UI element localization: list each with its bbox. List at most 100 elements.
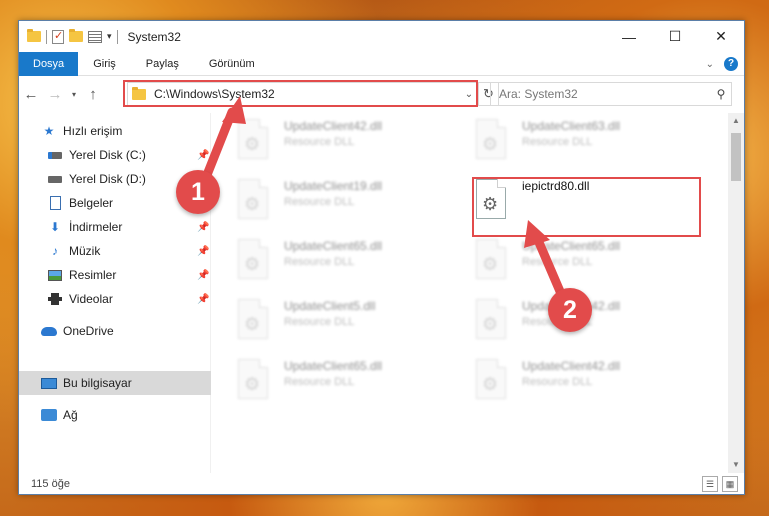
scroll-up-icon[interactable]: ▲ <box>728 113 744 129</box>
dll-file-icon: ⚙ <box>238 179 272 221</box>
divider <box>116 29 118 44</box>
ribbon-tabs: Dosya Giriş Paylaş Görünüm ⌄ ? <box>19 51 744 76</box>
file-item[interactable]: ⚙ UpdateClient65.dll Resource DLL <box>476 239 696 289</box>
expand-ribbon-icon[interactable]: ⌄ <box>706 59 714 70</box>
sidebar-item-local-disk-d[interactable]: Yerel Disk (D:) <box>47 167 146 191</box>
recent-locations-dropdown-icon[interactable]: ▾ <box>67 90 81 99</box>
file-list: ⚙ UpdateClient42.dll Resource DLL ⚙ Updat… <box>212 113 726 473</box>
new-folder-icon[interactable] <box>69 29 83 42</box>
ribbon-right: ⌄ ? <box>706 52 738 76</box>
file-name: UpdateClient65.dll <box>284 239 383 253</box>
sidebar-item-label: OneDrive <box>63 324 114 338</box>
folder-icon <box>27 29 41 42</box>
item-count: 115 öğe <box>31 478 70 490</box>
dll-file-icon: ⚙ <box>476 119 510 161</box>
file-description: Resource DLL <box>284 136 355 148</box>
scroll-down-icon[interactable]: ▼ <box>728 457 744 473</box>
search-icon[interactable]: ⚲ <box>711 87 731 101</box>
file-item[interactable]: ⚙ UpdateClient65.dll Resource DLL <box>238 239 458 289</box>
file-description: Resource DLL <box>522 256 593 268</box>
step-badge-1: 1 <box>176 170 220 214</box>
up-button[interactable]: ↑ <box>81 86 105 103</box>
sidebar-item-local-disk-c[interactable]: Yerel Disk (C:) 📌 <box>47 143 219 167</box>
pin-icon[interactable]: 📌 <box>197 222 209 233</box>
sidebar-item-label: Ağ <box>63 408 78 422</box>
file-item[interactable]: ⚙ UpdateClient42.dll Resource DLL <box>238 119 458 169</box>
sidebar-item-label: İndirmeler <box>69 220 123 234</box>
tab-share[interactable]: Paylaş <box>131 52 194 76</box>
file-name: UpdateClient19.dll <box>284 179 383 193</box>
sidebar-item-label: Hızlı erişim <box>63 124 123 138</box>
dll-file-icon: ⚙ <box>476 239 510 281</box>
target-file-highlight <box>472 177 701 237</box>
sidebar-item-music[interactable]: ♪ Müzik 📌 <box>47 239 219 263</box>
file-item[interactable]: ⚙ UpdateClient19.dll Resource DLL <box>238 179 458 229</box>
back-button[interactable]: ← <box>19 86 43 103</box>
sidebar-item-quick-access[interactable]: ★ Hızlı erişim <box>41 119 123 143</box>
sidebar-item-onedrive[interactable]: OneDrive <box>41 319 114 343</box>
help-icon[interactable]: ? <box>724 57 738 71</box>
tab-home[interactable]: Giriş <box>78 52 131 76</box>
customize-dropdown-icon[interactable]: ▾ <box>107 31 112 42</box>
minimize-button[interactable]: — <box>606 21 652 52</box>
file-name: UpdateClient42.dll <box>284 119 383 133</box>
file-description: Resource DLL <box>522 136 593 148</box>
music-icon: ♪ <box>52 244 58 258</box>
properties-icon[interactable] <box>88 30 102 43</box>
sidebar-item-downloads[interactable]: ⬇ İndirmeler 📌 <box>47 215 219 239</box>
file-name: UpdateClient63.dll <box>522 119 621 133</box>
quick-access-toolbar: ▾ <box>19 29 118 44</box>
address-bar-highlight <box>123 80 478 107</box>
sidebar-item-network[interactable]: Ağ <box>41 403 78 427</box>
details-view-icon[interactable]: ☰ <box>702 476 718 492</box>
file-item[interactable]: ⚙ UpdateClient65.dll Resource DLL <box>238 359 458 409</box>
sidebar-item-label: Bu bilgisayar <box>63 376 132 390</box>
file-name: UpdateClient42.dll <box>522 359 621 373</box>
downloads-icon: ⬇ <box>49 220 61 234</box>
sidebar-item-pictures[interactable]: Resimler 📌 <box>47 263 219 287</box>
file-item[interactable]: ⚙ UpdateClient5.dll Resource DLL <box>238 299 458 349</box>
close-button[interactable]: ✕ <box>698 21 744 52</box>
dll-file-icon: ⚙ <box>238 239 272 281</box>
documents-icon <box>47 195 63 211</box>
onedrive-icon <box>41 323 57 339</box>
pictures-icon <box>47 267 63 283</box>
file-description: Resource DLL <box>284 196 355 208</box>
scrollbar-thumb[interactable] <box>731 133 741 181</box>
sidebar-item-label: Yerel Disk (D:) <box>69 172 146 186</box>
sidebar-item-label: Videolar <box>69 292 113 306</box>
drive-icon <box>47 171 63 187</box>
dll-file-icon: ⚙ <box>476 359 510 401</box>
file-item[interactable]: ⚙ UpdateClient42.dll Resource DLL <box>476 359 696 409</box>
dll-file-icon: ⚙ <box>238 299 272 341</box>
pin-icon[interactable]: 📌 <box>197 150 209 161</box>
dll-file-icon: ⚙ <box>238 359 272 401</box>
navigation-pane: ★ Hızlı erişim Yerel Disk (C:) 📌 Yerel D… <box>19 113 211 473</box>
sidebar-item-videos[interactable]: Videolar 📌 <box>47 287 219 311</box>
view-buttons: ☰ ▦ <box>702 476 738 492</box>
large-icons-view-icon[interactable]: ▦ <box>722 476 738 492</box>
forward-button[interactable]: → <box>43 86 67 103</box>
search-input[interactable]: Ara: System32 <box>499 87 711 101</box>
file-description: Resource DLL <box>284 256 355 268</box>
properties-check-icon[interactable] <box>52 29 64 44</box>
vertical-scrollbar[interactable]: ▲ ▼ <box>728 113 744 473</box>
file-name: UpdateClient5.dll <box>284 299 376 313</box>
sidebar-item-this-pc[interactable]: Bu bilgisayar <box>19 371 211 395</box>
pin-icon[interactable]: 📌 <box>197 270 209 281</box>
step-badge-2: 2 <box>548 288 592 332</box>
file-name: UpdateClient65.dll <box>522 239 621 253</box>
sidebar-item-label: Müzik <box>69 244 101 258</box>
file-item[interactable]: ⚙ UpdateClient63.dll Resource DLL <box>476 119 696 169</box>
maximize-button[interactable]: ☐ <box>652 21 698 52</box>
file-name: UpdateClient65.dll <box>284 359 383 373</box>
pin-icon[interactable]: 📌 <box>197 246 209 257</box>
drive-icon <box>47 147 63 163</box>
videos-icon <box>47 291 63 307</box>
pin-icon[interactable]: 📌 <box>197 294 209 305</box>
title-bar: ▾ System32 — ☐ ✕ <box>19 21 744 52</box>
search-box[interactable]: Ara: System32 ⚲ <box>490 82 732 106</box>
star-icon: ★ <box>43 124 55 138</box>
tab-file[interactable]: Dosya <box>19 51 79 76</box>
tab-view[interactable]: Görünüm <box>194 52 270 76</box>
